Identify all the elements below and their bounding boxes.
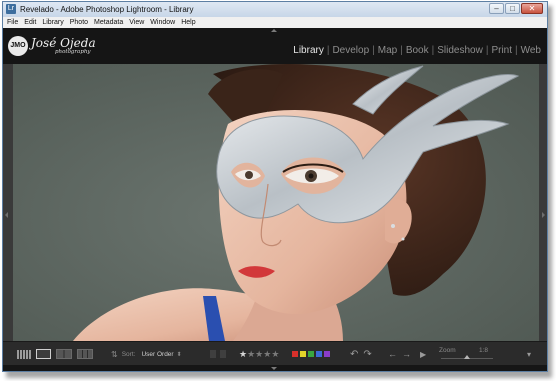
menu-file[interactable]: File [3, 17, 21, 28]
module-picker: Library | Develop | Map | Book | Slidesh… [293, 45, 541, 57]
toolbar-content-menu: ▾ [527, 342, 531, 366]
sort-dropdown-icon[interactable]: ⬍ [177, 351, 182, 358]
toolbar-menu-icon[interactable]: ▾ [527, 350, 531, 359]
loupe-view [3, 64, 547, 341]
top-panel-toggle-icon[interactable] [271, 29, 277, 32]
menu-photo[interactable]: Photo [67, 17, 91, 28]
pick-flag-icon[interactable] [210, 350, 216, 358]
module-separator: | [515, 45, 518, 56]
module-map[interactable]: Map [378, 45, 397, 57]
green-label-swatch[interactable] [308, 351, 314, 357]
star-rating: ★ ★ ★ ★ ★ [239, 342, 279, 366]
loupe-view-icon[interactable] [36, 349, 51, 359]
title-bar[interactable]: Lr Revelado - Adobe Photoshop Lightroom … [3, 2, 547, 18]
module-library[interactable]: Library [293, 45, 324, 57]
menu-edit[interactable]: Edit [21, 17, 39, 28]
maximize-button[interactable]: □ [505, 3, 520, 14]
library-toolbar: ⇅ Sort: User Order ⬍ ★ ★ ★ ★ ★ ↶ ↷ ← → ▶… [3, 341, 547, 366]
window-controls: – □ ✕ [489, 3, 543, 15]
module-develop[interactable]: Develop [332, 45, 369, 57]
minimize-button[interactable]: – [489, 3, 504, 14]
lightroom-app-icon[interactable]: Lr [6, 4, 16, 14]
rotate-right-icon[interactable]: ↷ [363, 349, 371, 360]
bottom-panel-toggle-icon[interactable] [271, 367, 277, 370]
flag-group [210, 342, 226, 366]
module-separator: | [326, 45, 330, 56]
app-window: Lr Revelado - Adobe Photoshop Lightroom … [2, 1, 548, 372]
right-panel-toggle-icon[interactable] [542, 212, 545, 218]
identity-tagline: photography [55, 49, 91, 55]
left-panel-toggle-icon[interactable] [5, 212, 8, 218]
filmstrip-collapsed-bar [3, 365, 547, 371]
module-separator: | [372, 45, 375, 56]
rating-star-4[interactable]: ★ [263, 349, 271, 359]
survey-view-icon[interactable] [77, 349, 93, 359]
sort-order-select[interactable]: User Order [141, 351, 173, 358]
module-separator: | [431, 45, 435, 56]
portrait-photo[interactable] [13, 64, 539, 341]
identity-monogram: JMO [8, 36, 28, 56]
module-web[interactable]: Web [521, 45, 541, 57]
navigation-group: ← → ▶ [388, 342, 426, 366]
module-book[interactable]: Book [406, 45, 429, 57]
window-title: Revelado - Adobe Photoshop Lightroom - L… [20, 5, 194, 14]
sort-direction-icon[interactable]: ⇅ [111, 350, 118, 359]
module-separator: | [400, 45, 403, 56]
rating-star-2[interactable]: ★ [247, 349, 255, 359]
zoom-label: Zoom [439, 347, 456, 354]
sort-control: ⇅ Sort: User Order ⬍ [111, 342, 182, 366]
module-slideshow[interactable]: Slideshow [437, 45, 483, 57]
menu-metadata[interactable]: Metadata [91, 17, 126, 28]
rating-star-1[interactable]: ★ [239, 349, 247, 359]
view-mode-group [17, 342, 93, 366]
identity-name: José Ojeda [31, 36, 96, 50]
module-separator: | [485, 45, 489, 56]
rotate-group: ↶ ↷ [350, 342, 372, 366]
close-button[interactable]: ✕ [521, 3, 543, 14]
menu-window[interactable]: Window [147, 17, 178, 28]
menu-view[interactable]: View [126, 17, 147, 28]
grid-view-icon[interactable] [17, 349, 31, 359]
reject-flag-icon[interactable] [220, 350, 226, 358]
red-label-swatch[interactable] [292, 351, 298, 357]
identity-plate-bar: JMO José Ojeda photography Library | Dev… [3, 28, 547, 64]
blue-label-swatch[interactable] [316, 351, 322, 357]
previous-photo-icon[interactable]: ← [388, 349, 397, 359]
purple-label-swatch[interactable] [324, 351, 330, 357]
rotate-left-icon[interactable]: ↶ [350, 349, 358, 360]
module-print[interactable]: Print [491, 45, 512, 57]
zoom-slider-thumb[interactable] [464, 355, 470, 359]
menu-library[interactable]: Library [39, 17, 66, 28]
sort-label: Sort: [121, 350, 136, 358]
next-photo-icon[interactable]: → [402, 349, 411, 359]
impromptu-slideshow-icon[interactable]: ▶ [420, 350, 426, 359]
zoom-control: Zoom 1:8 [439, 342, 499, 366]
yellow-label-swatch[interactable] [300, 351, 306, 357]
compare-view-icon[interactable] [56, 349, 72, 359]
rating-star-5[interactable]: ★ [271, 349, 279, 359]
color-label-group [292, 342, 332, 366]
menu-help[interactable]: Help [178, 17, 198, 28]
zoom-value: 1:8 [479, 347, 489, 354]
rating-star-3[interactable]: ★ [255, 349, 263, 359]
